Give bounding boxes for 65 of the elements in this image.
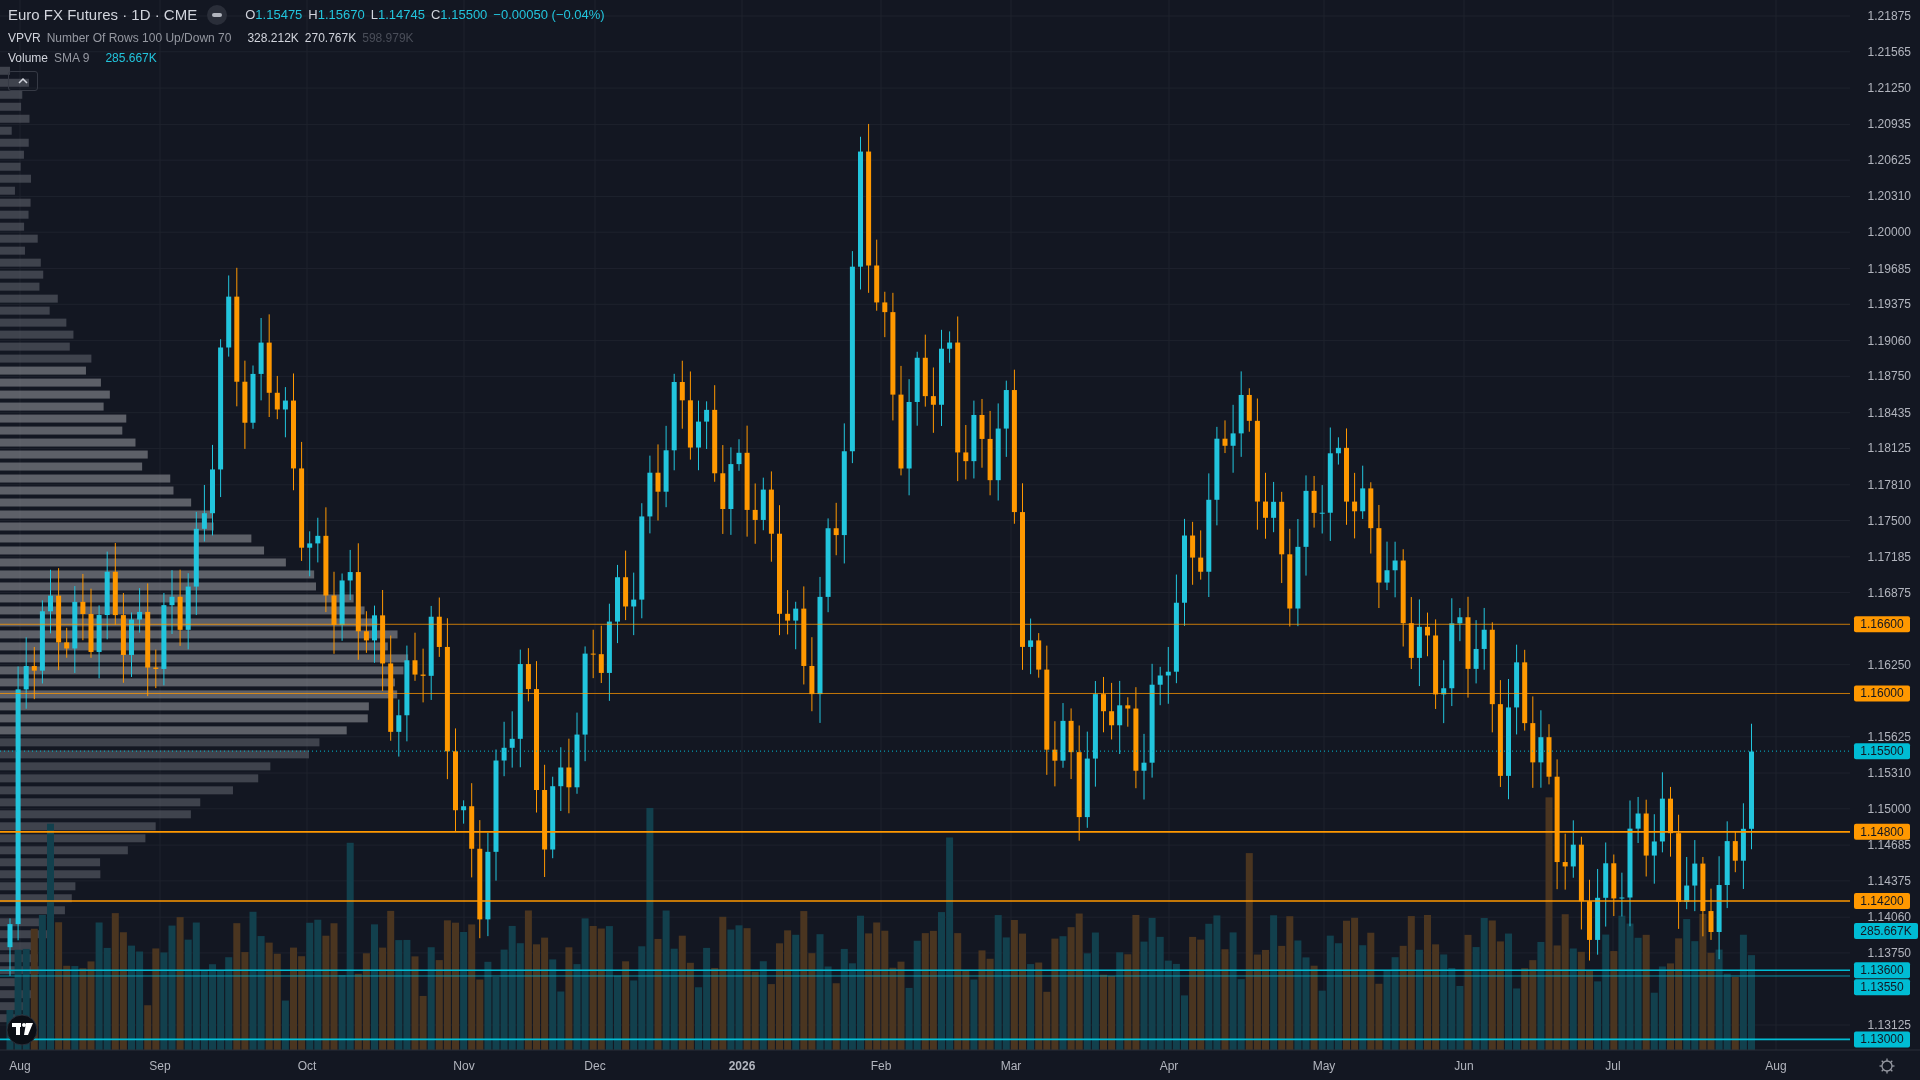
indicator-value: 285.667K (105, 50, 157, 67)
time-axis-label: May (1312, 1059, 1336, 1073)
time-axis-label: Sep (149, 1059, 171, 1073)
price-change: −0.00050 (−0.04%) (493, 6, 605, 25)
price-label: 1.13000 (1854, 1031, 1910, 1048)
time-axis-label: Jul (1605, 1059, 1621, 1073)
price-label: 1.14200 (1854, 893, 1910, 910)
price-tick-label: 1.19060 (1867, 333, 1911, 348)
price-tick-label: 1.18125 (1867, 441, 1911, 456)
price-tick-label: 1.19685 (1867, 261, 1911, 276)
price-tick-label: 1.20000 (1867, 225, 1911, 240)
price-label: 1.16000 (1854, 685, 1910, 702)
time-axis-label: Aug (1765, 1059, 1787, 1073)
price-tick-label: 1.17185 (1867, 549, 1911, 564)
price-tick-label: 1.17810 (1867, 477, 1911, 492)
ohlc-value: O1.15475 (245, 6, 303, 25)
price-tick-label: 1.21565 (1867, 44, 1911, 59)
time-axis-label: 2026 (728, 1059, 756, 1073)
time-axis-label: Oct (297, 1059, 317, 1073)
time-axis-label: Dec (584, 1059, 606, 1073)
time-axis-label: Feb (870, 1059, 892, 1073)
time-axis-label: Aug (9, 1059, 31, 1073)
price-tick-label: 1.21250 (1867, 81, 1911, 96)
price-tick-label: 1.15000 (1867, 801, 1911, 816)
price-tick-label: 1.20310 (1867, 189, 1911, 204)
indicator-params: Number Of Rows 100 Up/Down 70 (46, 30, 232, 47)
time-axis-label: Apr (1159, 1059, 1179, 1073)
price-tick-label: 1.18750 (1867, 369, 1911, 384)
settings-icon[interactable] (1878, 1057, 1896, 1075)
price-tick-label: 1.14060 (1867, 910, 1911, 925)
price-tick-label: 1.15625 (1867, 729, 1911, 744)
ohlc-value: L1.14745 (370, 6, 425, 25)
price-tick-label: 1.16875 (1867, 585, 1911, 600)
price-tick-label: 1.14375 (1867, 873, 1911, 888)
price-label: 1.13550 (1854, 979, 1910, 996)
collapse-button[interactable] (8, 71, 38, 91)
price-tick-label: 1.20935 (1867, 117, 1911, 132)
price-label: 1.13600 (1854, 962, 1910, 979)
price-tick-label: 1.13750 (1867, 945, 1911, 960)
price-tick-label: 1.15310 (1867, 766, 1911, 781)
price-tick-label: 1.17500 (1867, 513, 1911, 528)
price-tick-label: 1.20625 (1867, 153, 1911, 168)
price-tick-label: 1.18435 (1867, 405, 1911, 420)
logo-icon[interactable] (6, 1014, 38, 1046)
price-tick-label: 1.13125 (1867, 1018, 1911, 1032)
price-label: 1.16600 (1854, 616, 1910, 633)
indicator-value: 328.212K (247, 30, 299, 47)
ohlc-value: H1.15670 (308, 6, 365, 25)
time-axis-label: Mar (1000, 1059, 1022, 1073)
indicator-name: VPVR (8, 30, 41, 47)
chevron-up-icon (18, 78, 28, 84)
indicator-value: 270.767K (304, 30, 357, 47)
time-axis-label: Nov (453, 1059, 475, 1073)
indicator-name: Volume (8, 50, 49, 67)
price-tick-label: 1.14685 (1867, 838, 1911, 853)
indicator-params: SMA 9 (54, 50, 90, 67)
minus-circle-icon[interactable] (207, 5, 228, 25)
indicator-value-label: 285.667K (1854, 923, 1918, 939)
time-axis-label: Jun (1454, 1059, 1474, 1073)
price-tick-label: 1.19375 (1867, 297, 1911, 312)
ohlc-value: C1.15500 (430, 6, 488, 25)
price-label: 1.15500 (1854, 743, 1910, 760)
symbol-title: Euro FX Futures · 1D · CME (8, 4, 198, 25)
price-tick-label: 1.21875 (1867, 9, 1911, 23)
price-tick-label: 1.16250 (1867, 657, 1911, 672)
